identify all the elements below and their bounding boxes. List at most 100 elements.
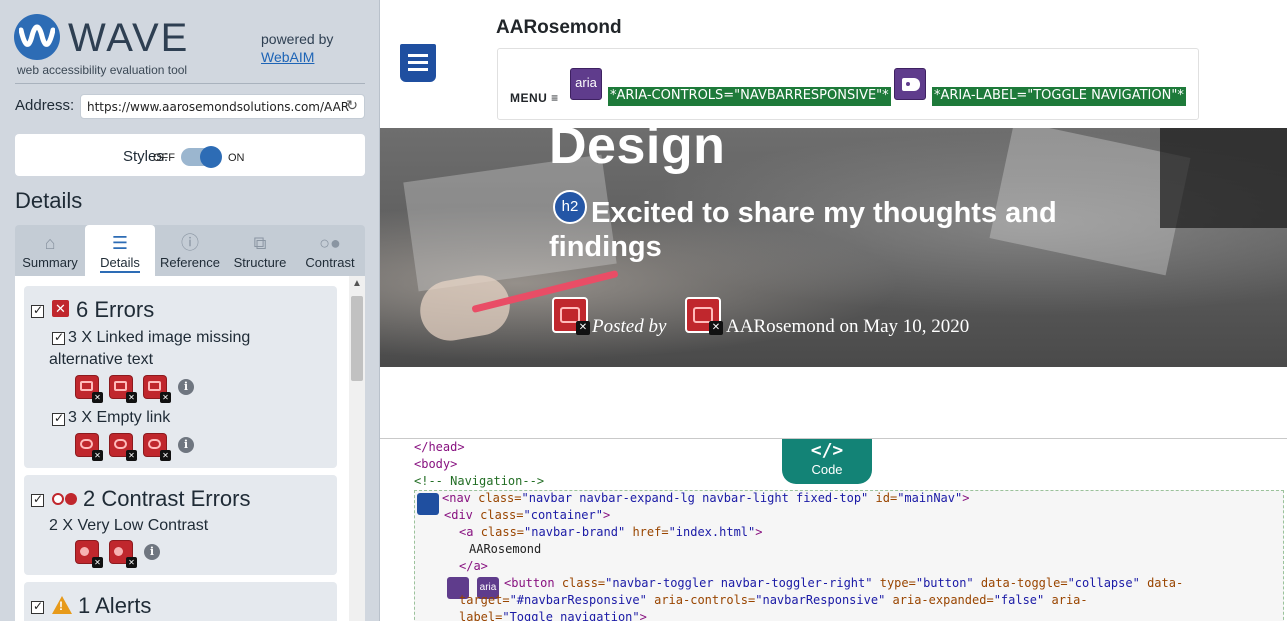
tab-structure[interactable]: ⧉ Structure: [225, 225, 295, 276]
very-low-contrast-text: 2 X Very Low Contrast: [49, 517, 209, 534]
tab-summary[interactable]: ⌂ Summary: [15, 225, 85, 276]
address-value: https://www.aarosemondsolutions.com/AAR: [87, 100, 350, 114]
tab-details-label: Details: [100, 255, 140, 273]
tab-summary-label: Summary: [22, 255, 78, 270]
address-input[interactable]: https://www.aarosemondsolutions.com/AAR …: [80, 94, 365, 119]
code-line: </head>: [414, 440, 465, 454]
wave-title: WAVE: [68, 16, 190, 60]
aria-controls-label: *ARIA-CONTROLS="NAVBARRESPONSIVE"*: [608, 87, 891, 106]
contrast-error-item-icon[interactable]: ✕: [76, 541, 103, 568]
navigation-region-icon[interactable]: [400, 44, 436, 82]
contrast-card: 2 Contrast Errors 2 X Very Low Contrast …: [24, 475, 337, 575]
empty-link-error-icon[interactable]: ✕: [76, 434, 103, 461]
contrast-icon: ○●: [319, 233, 341, 253]
alerts-checkbox[interactable]: [31, 599, 44, 614]
code-toggle-button[interactable]: </> Code: [782, 439, 872, 484]
contrast-title: 2 Contrast Errors: [83, 486, 251, 511]
panel-tabs: ⌂ Summary ☰ Details ⓘ Reference ⧉ Struct…: [15, 225, 365, 276]
code-line: label="Toggle navigation">: [459, 610, 647, 621]
reload-icon[interactable]: ↻: [346, 98, 358, 114]
styles-toggle[interactable]: [181, 146, 222, 168]
structure-icon: ⧉: [253, 233, 267, 253]
code-text: AARosemond: [469, 542, 542, 556]
code-label: Code: [811, 462, 843, 477]
tab-reference[interactable]: ⓘ Reference: [155, 225, 225, 276]
powered-by: powered by WebAIM: [261, 30, 333, 66]
site-preview: Design Excited to share my thoughts and …: [380, 0, 1287, 438]
tab-details[interactable]: ☰ Details: [85, 225, 155, 276]
app-root: WAVE web accessibility evaluation tool p…: [0, 0, 1287, 621]
tab-contrast-label: Contrast: [305, 255, 355, 270]
powered-by-label: powered by: [261, 31, 334, 47]
errors-title: 6 Errors: [76, 297, 155, 322]
code-line: target="#navbarResponsive" aria-controls…: [459, 593, 1088, 607]
error-icon: ✕: [52, 300, 69, 317]
contrast-error-icon: [52, 492, 80, 506]
author-date-text: AARosemond on May 10, 2020: [726, 316, 970, 337]
wave-panel: WAVE web accessibility evaluation tool p…: [0, 0, 380, 621]
code-line: <button class="navbar-toggler navbar-tog…: [504, 576, 1184, 590]
code-comment: <!-- Navigation-->: [414, 474, 545, 488]
empty-link-text: 3 X Empty link: [68, 409, 171, 426]
errors-card: ✕ 6 Errors 3 X Linked image missing alte…: [24, 286, 337, 468]
alert-icon: [52, 596, 72, 614]
empty-link-checkbox[interactable]: [52, 411, 65, 426]
code-line: <a class="navbar-brand" href="index.html…: [459, 525, 763, 539]
navigation-region-icon[interactable]: [417, 493, 439, 515]
linked-image-error-icon[interactable]: ✕: [76, 376, 103, 403]
info-icon[interactable]: i: [144, 544, 160, 560]
posted-by-text: Posted by: [592, 316, 667, 337]
code-line: <body>: [414, 457, 458, 471]
styles-toggle-box: Styles: OFF ON: [15, 134, 365, 176]
styles-off-label: OFF: [153, 152, 175, 164]
code-icon: </>: [810, 440, 844, 461]
details-heading: Details: [15, 188, 83, 213]
aria-label-label: *ARIA-LABEL="TOGGLE NAVIGATION"*: [932, 87, 1186, 106]
linked-image-error-icon[interactable]: ✕: [685, 297, 723, 335]
aria-icon[interactable]: aria: [570, 68, 602, 100]
contrast-icons: ✕ ✕ i: [76, 541, 160, 568]
code-panel: </head> <body> <!-- Navigation--> <nav c…: [380, 438, 1287, 621]
details-list: ✕ 6 Errors 3 X Linked image missing alte…: [15, 276, 365, 621]
info-icon[interactable]: i: [178, 437, 194, 453]
tab-contrast[interactable]: ○● Contrast: [295, 225, 365, 276]
empty-link-error-icon[interactable]: ✕: [144, 434, 171, 461]
code-line: </a>: [459, 559, 488, 573]
webaim-link[interactable]: WebAIM: [261, 48, 333, 66]
divider: [15, 83, 365, 84]
address-label: Address:: [15, 97, 75, 114]
empty-link-icons: ✕ ✕ ✕ i: [76, 434, 194, 461]
scroll-thumb[interactable]: [351, 296, 363, 381]
tab-reference-label: Reference: [160, 255, 220, 270]
contrast-error-item-icon[interactable]: ✕: [110, 541, 137, 568]
menu-button[interactable]: MENU ≡: [510, 91, 559, 105]
toggle-knob: [200, 146, 222, 168]
list-icon: ☰: [111, 233, 129, 253]
hero-title: Design: [549, 117, 726, 175]
home-icon: ⌂: [44, 233, 56, 253]
empty-link-error-icon[interactable]: ✕: [110, 434, 137, 461]
wave-logo-icon: [14, 14, 60, 60]
wave-subtitle: web accessibility evaluation tool: [17, 63, 188, 77]
styles-on-label: ON: [228, 152, 245, 164]
linked-image-error-icon[interactable]: ✕: [144, 376, 171, 403]
contrast-checkbox[interactable]: [31, 492, 44, 507]
info-icon: ⓘ: [181, 233, 199, 253]
linked-image-error-icon[interactable]: ✕: [552, 297, 590, 335]
linked-image-error-icon[interactable]: ✕: [110, 376, 137, 403]
alerts-card: 1 Alerts: [24, 582, 337, 621]
h2-heading-icon[interactable]: h2: [553, 190, 587, 224]
site-brand[interactable]: AARosemond: [496, 17, 622, 39]
code-line: <nav class="navbar navbar-expand-lg navb…: [442, 491, 970, 505]
errors-checkbox[interactable]: [31, 303, 44, 318]
hero-subtitle: Excited to share my thoughts and finding…: [549, 197, 1057, 263]
info-icon[interactable]: i: [178, 379, 194, 395]
code-line: <div class="container">: [444, 508, 611, 522]
missing-alt-icons: ✕ ✕ ✕ i: [76, 376, 194, 403]
scroll-up-icon[interactable]: ▲: [352, 278, 362, 289]
tab-structure-label: Structure: [233, 255, 287, 270]
missing-alt-text: 3 X Linked image missing alternative tex…: [49, 329, 251, 368]
aria-label-tag-icon[interactable]: [894, 68, 926, 100]
scrollbar[interactable]: ▲: [349, 276, 365, 621]
navbar-toggle-box: MENU ≡ aria *ARIA-CONTROLS="NAVBARRESPON…: [497, 48, 1199, 120]
